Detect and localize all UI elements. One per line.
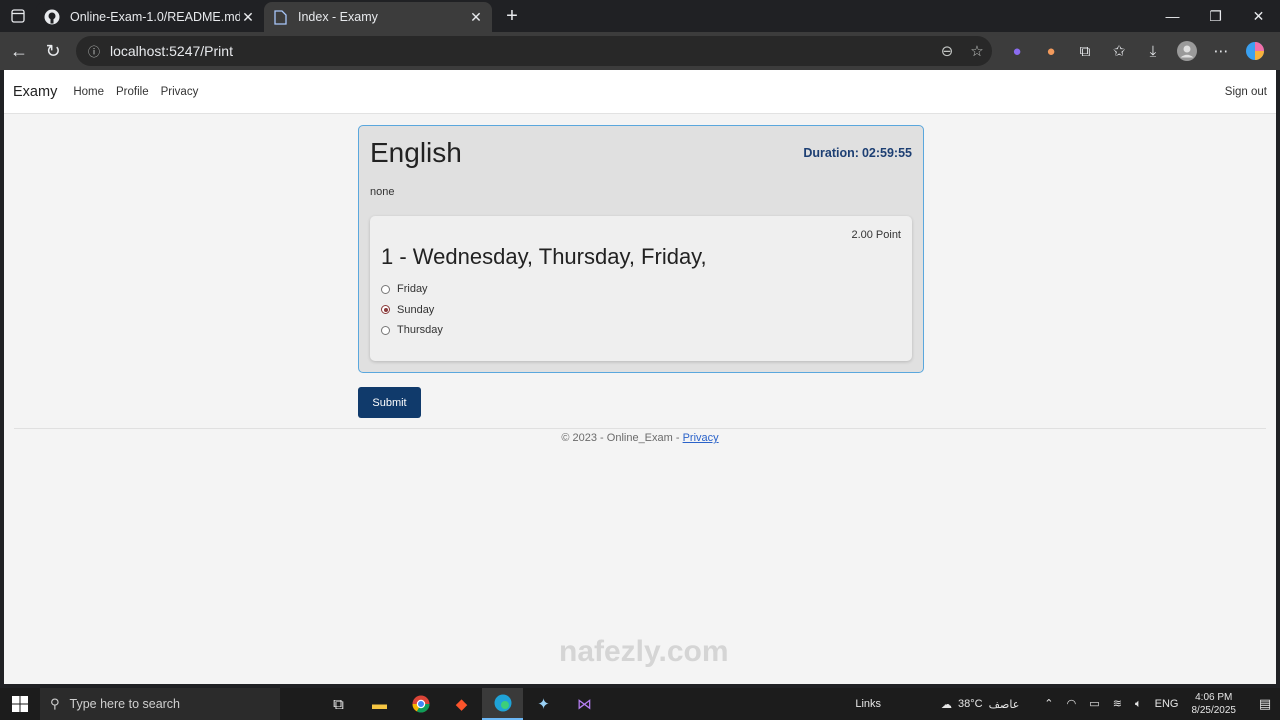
extensions-puzzle-icon[interactable]: ⧉ — [1068, 36, 1102, 66]
show-hidden-icons-icon[interactable]: ⌃ — [1044, 698, 1053, 710]
answer-option-thursday[interactable]: Thursday — [381, 320, 443, 341]
file-explorer-icon[interactable]: ▬ — [359, 688, 400, 720]
network-icon[interactable]: ◠ — [1067, 698, 1077, 710]
tab-index-examy[interactable]: Index - Examy ✕ — [264, 2, 492, 32]
close-tab-icon[interactable]: ✕ — [468, 9, 484, 26]
input-language[interactable]: ENG — [1155, 698, 1179, 710]
exam-description: none — [370, 186, 395, 198]
answer-option-friday[interactable]: Friday — [381, 279, 443, 300]
tab-title: Online-Exam-1.0/README.md at — [70, 10, 240, 24]
clock-time: 4:06 PM — [1195, 692, 1233, 703]
url-text: localhost:5247/Print — [110, 43, 233, 59]
notifications-icon[interactable]: ▤ — [1250, 696, 1280, 712]
favorites-icon[interactable]: ✩ — [1102, 36, 1136, 66]
window-controls: — ❐ ✕ — [1151, 0, 1280, 32]
nav-home-link[interactable]: Home — [73, 86, 104, 98]
exam-duration: Duration: 02:59:55 — [803, 146, 912, 160]
radio-button[interactable] — [381, 284, 390, 294]
duration-label: Duration: — [803, 146, 859, 160]
site-info-icon[interactable]: ⓘ — [84, 41, 104, 61]
nav-profile-link[interactable]: Profile — [116, 86, 149, 98]
edge-icon[interactable] — [482, 688, 523, 720]
reload-icon[interactable]: ↻ — [36, 34, 70, 68]
footer-divider — [14, 428, 1266, 429]
minimize-icon[interactable]: — — [1151, 0, 1194, 32]
battery-icon[interactable]: ▭ — [1089, 698, 1099, 710]
more-options-icon[interactable]: ⋯ — [1204, 36, 1238, 66]
taskbar-clock[interactable]: 4:06 PM 8/25/2025 — [1192, 691, 1237, 717]
wifi-icon[interactable]: ≋ — [1113, 698, 1122, 710]
taskbar-search[interactable]: ⚲ Type here to search — [40, 688, 280, 720]
brave-icon[interactable]: ◆ — [441, 688, 482, 720]
submit-button[interactable]: Submit — [358, 387, 421, 418]
chrome-icon[interactable] — [400, 688, 441, 720]
question-text: 1 - Wednesday, Thursday, Friday, — [381, 244, 707, 269]
site-navbar: Examy Home Profile Privacy Sign out — [4, 70, 1276, 114]
exam-card: English Duration: 02:59:55 none 2.00 Poin… — [358, 125, 924, 373]
windows-start-icon[interactable] — [0, 688, 40, 720]
visual-studio-icon[interactable]: ⋈ — [564, 688, 605, 720]
sign-out-link[interactable]: Sign out — [1225, 86, 1267, 98]
question-card: 2.00 Point 1 - Wednesday, Thursday, Frid… — [370, 216, 912, 361]
extensions-area: ● ● ⧉ ✩ ⤓ ⋯ — [1000, 36, 1272, 66]
links-toolbar[interactable]: Links — [855, 698, 881, 710]
weather-description: عاصف — [988, 698, 1020, 711]
close-tab-icon[interactable]: ✕ — [240, 9, 256, 26]
option-label: Sunday — [397, 303, 435, 316]
tray-icons: ⌃ ◠ ▭ ≋ 🔈︎ ENG — [1039, 697, 1183, 711]
option-label: Friday — [397, 283, 428, 296]
page-icon — [272, 9, 288, 25]
footer-privacy-link[interactable]: Privacy — [683, 432, 719, 444]
tab-actions-icon[interactable] — [0, 0, 36, 32]
copilot-icon[interactable] — [1238, 36, 1272, 66]
taskbar-apps: ⧉ ▬ ◆ ✦ ⋈ — [318, 688, 605, 720]
copilot-extension-icon[interactable]: ● — [1000, 36, 1034, 66]
volume-icon[interactable]: 🔈︎ — [1135, 698, 1142, 710]
option-label: Thursday — [397, 324, 443, 337]
system-tray: Links ☁ 38°C عاصف ⌃ ◠ ▭ ≋ 🔈︎ ENG 4:06 PM… — [855, 688, 1280, 720]
restore-icon[interactable]: ❐ — [1194, 0, 1237, 32]
search-placeholder: Type here to search — [69, 697, 181, 711]
answer-option-sunday[interactable]: Sunday — [381, 300, 443, 321]
windows-taskbar: ⚲ Type here to search ⧉ ▬ ◆ ✦ ⋈ Links ☁ … — [0, 688, 1280, 720]
page-viewport: Examy Home Profile Privacy Sign out Engl… — [4, 70, 1276, 684]
extension-icon[interactable]: ● — [1034, 36, 1068, 66]
weather-temp: 38°C — [958, 698, 983, 710]
new-tab-icon[interactable]: + — [498, 2, 526, 30]
close-window-icon[interactable]: ✕ — [1237, 0, 1280, 32]
answer-options: Friday Sunday Thursday — [381, 279, 443, 341]
address-bar[interactable]: ⓘ localhost:5247/Print ⊖ ☆ — [76, 36, 992, 66]
browser-toolbar: ← ↻ ⓘ localhost:5247/Print ⊖ ☆ ● ● ⧉ ✩ ⤓… — [0, 32, 1280, 70]
exam-title: English — [370, 137, 462, 168]
page-footer: © 2023 - Online_Exam - Privacy — [4, 432, 1276, 444]
brand-link[interactable]: Examy — [13, 84, 57, 100]
nav-privacy-link[interactable]: Privacy — [161, 86, 199, 98]
app-icon[interactable]: ✦ — [523, 688, 564, 720]
task-view-icon[interactable]: ⧉ — [318, 688, 359, 720]
search-icon: ⚲ — [50, 696, 60, 711]
radio-button[interactable] — [381, 325, 390, 335]
zoom-icon[interactable]: ⊖ — [932, 42, 962, 60]
tab-github-readme[interactable]: Online-Exam-1.0/README.md at ✕ — [36, 2, 264, 32]
downloads-icon[interactable]: ⤓ — [1136, 36, 1170, 66]
radio-button[interactable] — [381, 305, 390, 315]
clock-date: 8/25/2025 — [1191, 705, 1237, 716]
watermark-text: nafezly.com — [559, 635, 729, 668]
weather-widget[interactable]: ☁ 38°C عاصف — [941, 698, 1019, 711]
weather-icon: ☁ — [941, 698, 953, 711]
back-icon[interactable]: ← — [2, 34, 36, 68]
github-icon — [44, 9, 60, 25]
question-points: 2.00 Point — [851, 229, 901, 241]
tab-title: Index - Examy — [298, 10, 378, 24]
profile-avatar-icon[interactable] — [1170, 36, 1204, 66]
duration-value: 02:59:55 — [861, 146, 912, 160]
browser-tab-bar: Online-Exam-1.0/README.md at ✕ Index - E… — [0, 0, 1280, 32]
favorite-star-icon[interactable]: ☆ — [962, 42, 992, 60]
footer-copyright: © 2023 - Online_Exam - — [561, 432, 683, 444]
